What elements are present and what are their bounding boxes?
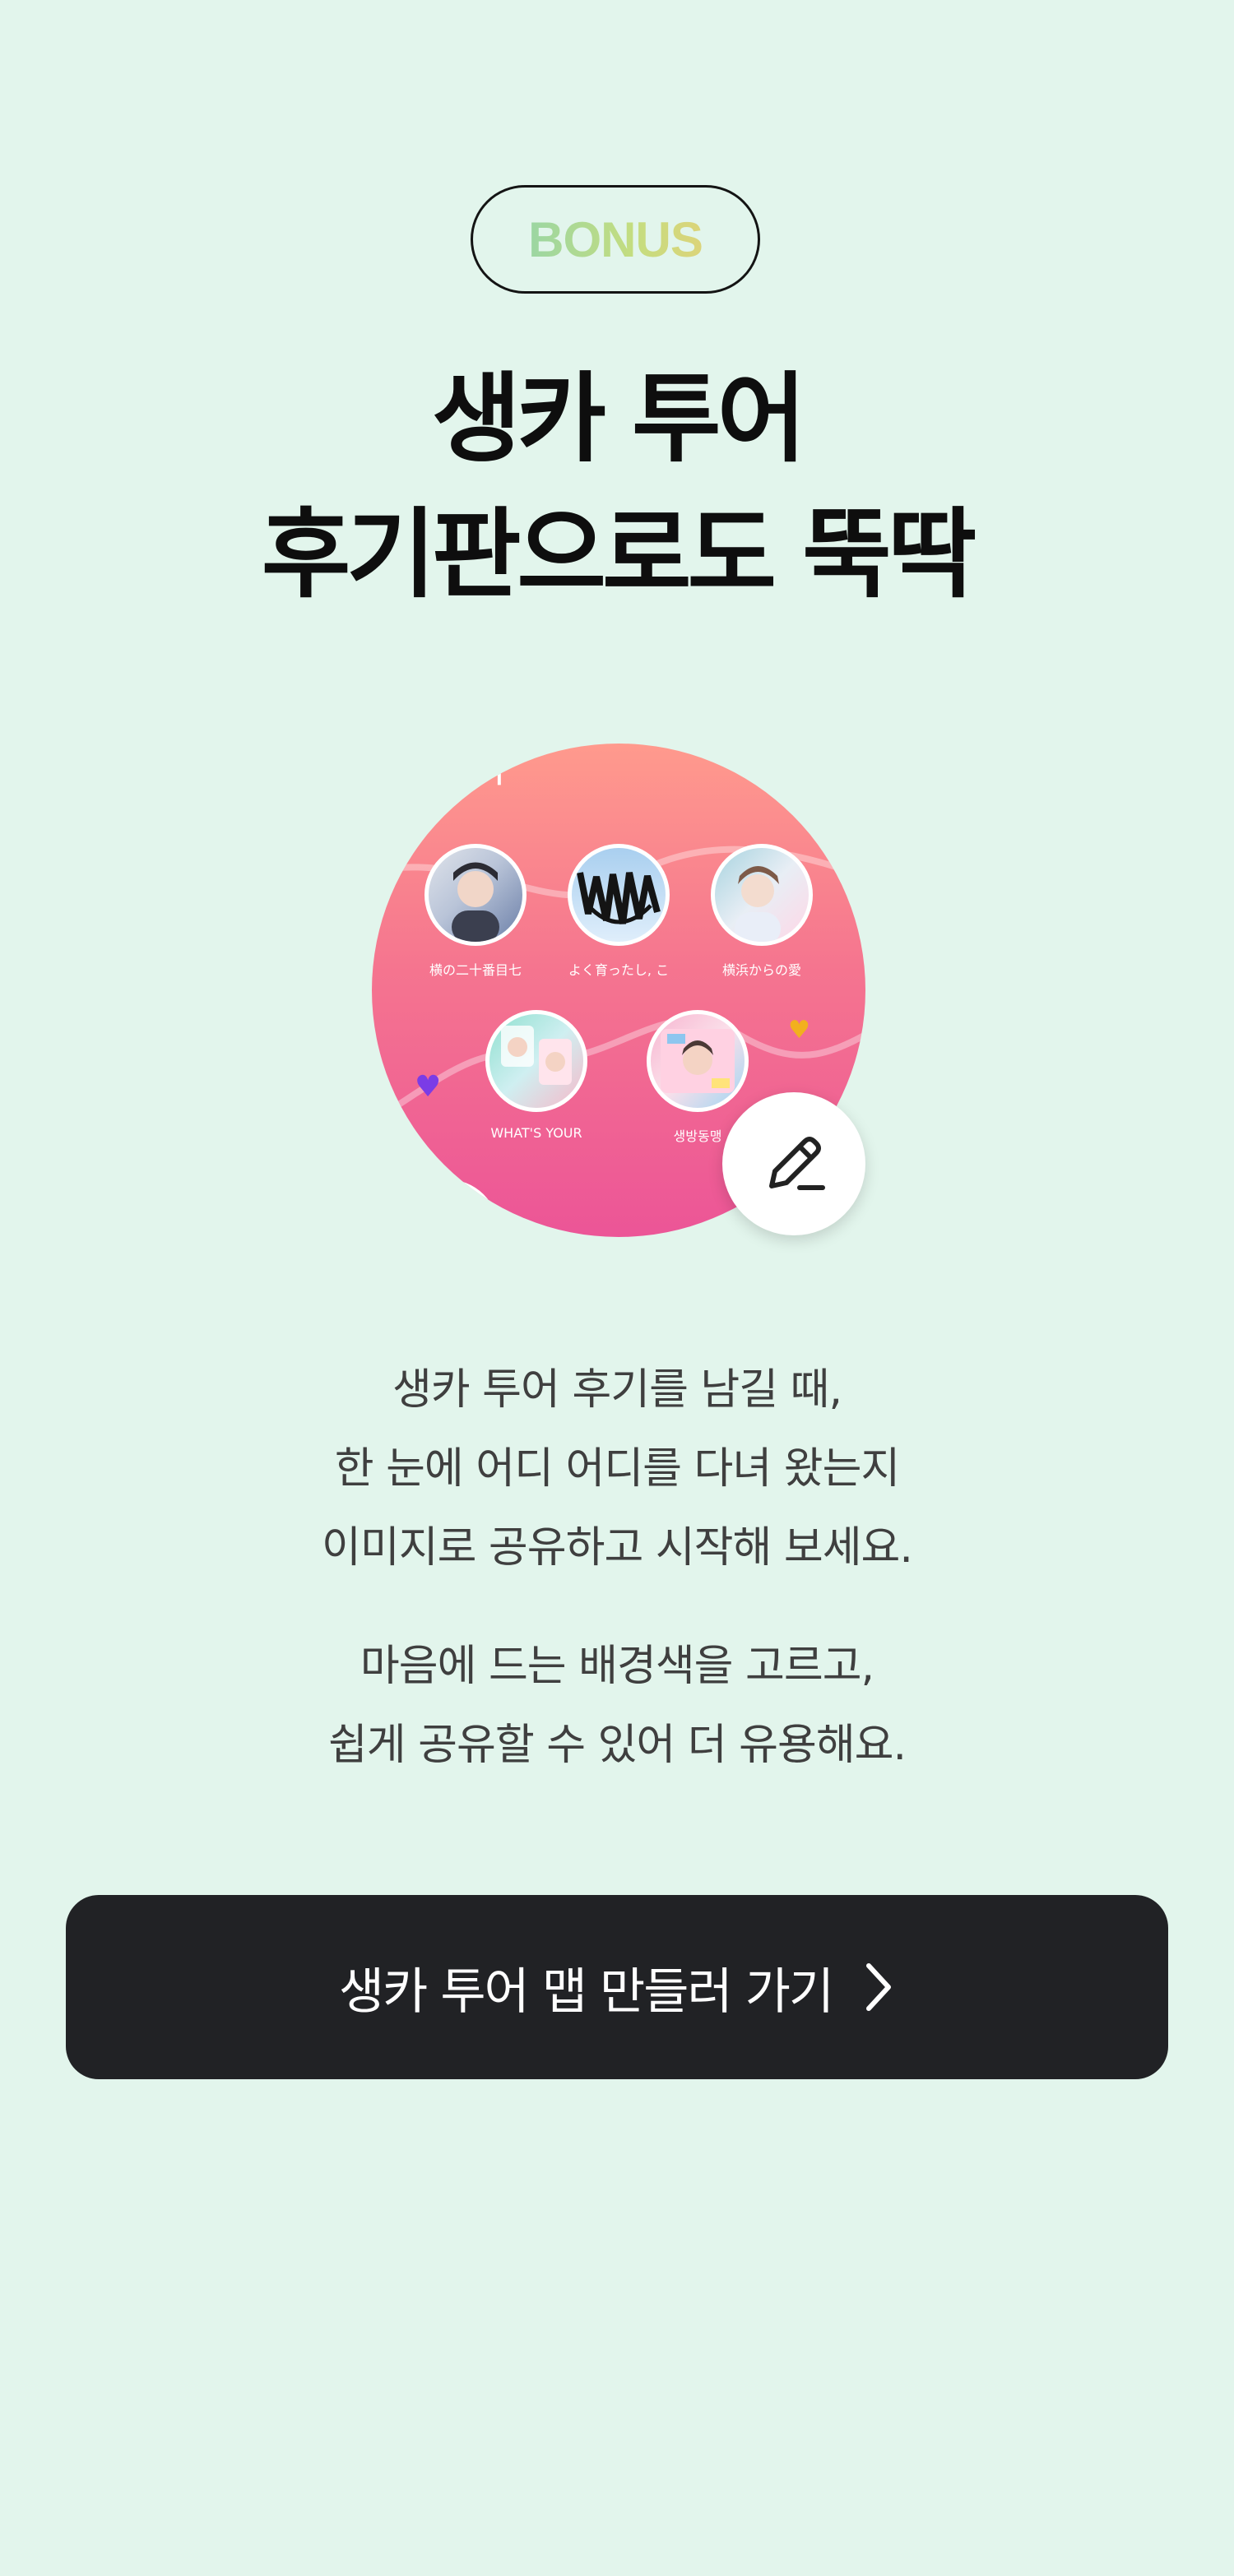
headline-line-2: 후기판으로도 뚝딱: [261, 498, 977, 611]
description-line: 이미지로 공유하고 시작해 보세요.: [322, 1523, 913, 1573]
tour-stop-thumbnail: [568, 844, 670, 946]
chevron-right-icon: [866, 1963, 892, 2011]
tour-stop-thumbnail: [711, 844, 813, 946]
create-tour-map-button-label: 생카 투어 맵 만들러 가기: [338, 1962, 834, 2021]
pencil-edit-icon: [769, 1137, 825, 1190]
tour-stop-thumbnail: [647, 1010, 749, 1112]
tour-stop-label: 横の二十番目七: [429, 962, 522, 978]
description-line: 생카 투어 후기를 남길 때,: [392, 1365, 842, 1415]
tour-map-heading: 투어: [452, 757, 504, 790]
description-line: 한 눈에 어디 어디를 다녀 왔는지: [334, 1444, 901, 1494]
yellow-heart-icon: ♥: [788, 1016, 810, 1045]
purple-heart-icon: ♥: [415, 1070, 442, 1104]
description-line: 쉽게 공유할 수 있어 더 유용해요.: [327, 1721, 907, 1770]
bonus-badge-label: BONUS: [528, 211, 703, 267]
tour-stop-label: WHAT'S YOUR: [490, 1125, 582, 1141]
tour-stop-label: よく育ったし, こ: [568, 962, 670, 978]
create-tour-map-button[interactable]: 생카 투어 맵 만들러 가기: [66, 1895, 1168, 2079]
description-line: 마음에 드는 배경색을 고르고,: [360, 1642, 874, 1691]
edit-button[interactable]: [722, 1092, 865, 1235]
bonus-badge: BONUS: [471, 185, 760, 294]
tour-stop-thumbnail: [485, 1010, 587, 1112]
headline-line-1: 생카 투어: [431, 362, 806, 475]
tour-stop-thumbnail: [424, 844, 527, 946]
tour-stop-label: 横浜からの愛: [721, 962, 801, 978]
